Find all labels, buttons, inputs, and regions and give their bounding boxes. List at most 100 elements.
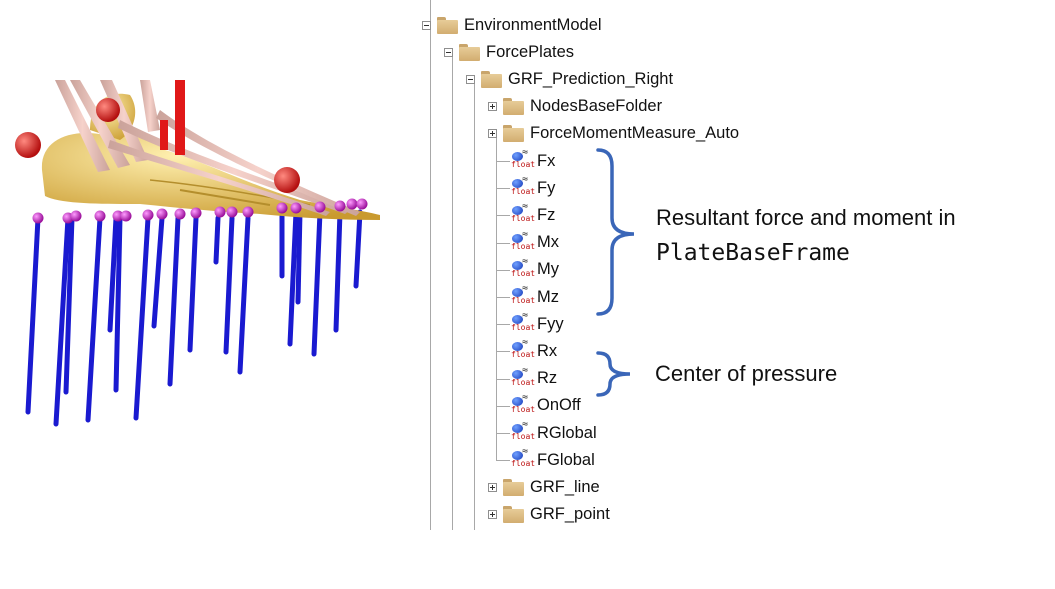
- float-variable-icon: ≈ float: [511, 337, 536, 360]
- float-variable-icon: ≈ float: [511, 201, 536, 224]
- contact-node: [226, 206, 238, 218]
- force-line: [237, 215, 251, 375]
- force-line: [25, 215, 41, 415]
- collapse-icon[interactable]: [466, 74, 475, 84]
- tree-node-label: FGlobal: [537, 450, 595, 469]
- float-variable-icon: ≈ float: [511, 364, 536, 387]
- force-line: [223, 215, 235, 355]
- contact-node: [156, 208, 168, 220]
- float-variable-icon: ≈ float: [511, 147, 536, 169]
- resultant-brace: [596, 148, 635, 316]
- tree-node-mx[interactable]: ≈ float Mx: [496, 229, 559, 255]
- plate-base-frame-label: PlateBaseFrame: [656, 240, 850, 266]
- tree-node-fyy[interactable]: ≈ float Fyy: [496, 310, 564, 336]
- tree-node-fz[interactable]: ≈ float Fz: [496, 201, 555, 227]
- tree-node-label: GRF_line: [530, 477, 600, 496]
- tree-node-label: Fyy: [537, 314, 564, 333]
- tree-node-grf-line[interactable]: GRF_line: [488, 475, 600, 499]
- float-variable-icon: ≈ float: [511, 255, 536, 278]
- tree-guide-line: [430, 0, 431, 530]
- float-variable-icon: ≈ float: [511, 446, 536, 469]
- contact-node: [214, 206, 226, 218]
- tree-node-rglobal[interactable]: ≈ float RGlobal: [496, 419, 597, 445]
- tree-node-label: Fx: [537, 151, 556, 170]
- tree-node-rz[interactable]: ≈ float Rz: [496, 364, 558, 391]
- float-variable-icon: ≈ float: [511, 174, 536, 197]
- folder-icon: [503, 98, 524, 116]
- tree-node-grf-prediction-right[interactable]: GRF_Prediction_Right: [466, 67, 673, 91]
- contact-node: [120, 210, 132, 222]
- contact-node: [142, 209, 154, 221]
- contact-node: [190, 207, 202, 219]
- tree-node-grf-point[interactable]: GRF_point: [488, 503, 610, 527]
- tree-node-fglobal[interactable]: ≈ float FGlobal: [496, 446, 595, 472]
- tree-node-mz[interactable]: ≈ float Mz: [496, 283, 559, 309]
- folder-icon: [437, 16, 458, 34]
- tree-node-my[interactable]: ≈ float My: [496, 255, 559, 282]
- tree-node-label: Fy: [537, 178, 556, 197]
- tree-node-onoff[interactable]: ≈ float OnOff: [496, 391, 581, 418]
- tree-guide-line: [452, 52, 453, 530]
- tree-node-label: ForcePlates: [486, 42, 575, 61]
- expand-icon[interactable]: [488, 510, 497, 520]
- force-line: [167, 215, 181, 387]
- float-variable-icon: ≈ float: [511, 283, 536, 305]
- resultant-label: Resultant force and moment in: [656, 205, 956, 230]
- tree-node-label: NodesBaseFolder: [530, 97, 663, 116]
- force-line: [311, 209, 323, 357]
- force-line: [151, 215, 165, 329]
- tree-node-nodesbasefolder[interactable]: NodesBaseFolder: [488, 95, 662, 119]
- force-line: [287, 209, 299, 347]
- float-variable-icon: ≈ float: [511, 419, 536, 441]
- contact-node: [346, 198, 358, 210]
- collapse-icon[interactable]: [444, 47, 453, 57]
- expand-icon[interactable]: [488, 102, 497, 112]
- force-line: [187, 215, 199, 353]
- folder-icon: [503, 478, 524, 496]
- float-variable-icon: ≈ float: [511, 310, 536, 333]
- tree-node-label: GRF_point: [530, 505, 610, 524]
- folder-icon: [503, 506, 524, 524]
- tree-node-rx[interactable]: ≈ float Rx: [496, 337, 558, 363]
- tree-node-forceplates[interactable]: ForcePlates: [444, 40, 574, 64]
- tree-node-label: ForceMomentMeasure_Auto: [530, 124, 740, 143]
- contact-node: [356, 198, 368, 210]
- force-lines: [25, 209, 363, 427]
- tree-node-label: Rz: [537, 369, 558, 388]
- contact-node: [242, 206, 254, 218]
- tree-node-label: Rx: [537, 341, 558, 360]
- contact-node: [276, 202, 288, 214]
- folder-icon: [459, 43, 480, 61]
- collapse-icon[interactable]: [422, 20, 431, 30]
- folder-icon: [481, 70, 502, 88]
- force-line: [133, 215, 151, 421]
- force-line: [295, 209, 303, 305]
- center-of-pressure-label: Center of pressure: [655, 361, 838, 386]
- tree-node-fx[interactable]: ≈ float Fx: [496, 147, 556, 173]
- marker-toe: [274, 167, 300, 193]
- tree-node-label: RGlobal: [537, 423, 597, 442]
- tree-node-label: GRF_Prediction_Right: [508, 69, 674, 88]
- tree-node-forcemomentmeasure-auto[interactable]: ForceMomentMeasure_Auto: [488, 122, 739, 146]
- contact-node: [314, 201, 326, 213]
- tree-node-label: Mz: [537, 287, 559, 306]
- 3d-viewport[interactable]: [0, 0, 400, 584]
- center-of-pressure-brace: [596, 351, 631, 397]
- tree-node-environmentmodel[interactable]: EnvironmentModel: [422, 13, 602, 37]
- tree-node-label: My: [537, 260, 559, 279]
- contact-node: [70, 210, 82, 222]
- tree-node-label: OnOff: [537, 396, 581, 415]
- force-line: [213, 215, 221, 265]
- tree-guide-line: [474, 79, 475, 530]
- expand-icon[interactable]: [488, 129, 497, 139]
- float-variable-icon: ≈ float: [511, 391, 536, 414]
- contact-node: [290, 202, 302, 214]
- tree-node-fy[interactable]: ≈ float Fy: [496, 174, 556, 200]
- force-line: [85, 215, 103, 423]
- contact-node: [32, 212, 44, 224]
- contact-node: [94, 210, 106, 222]
- contact-node: [334, 200, 346, 212]
- tree-node-label: EnvironmentModel: [464, 15, 602, 34]
- expand-icon[interactable]: [488, 482, 497, 492]
- force-line: [353, 209, 363, 289]
